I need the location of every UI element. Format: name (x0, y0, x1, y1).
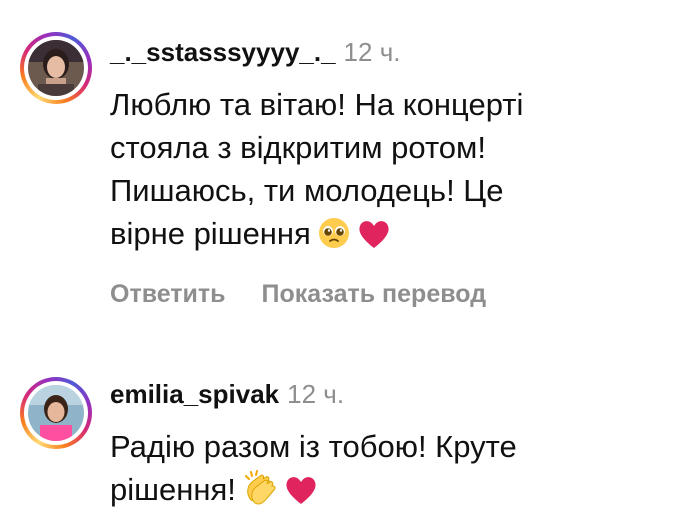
red-heart-emoji (357, 218, 391, 261)
comment-actions: Ответить Показать перевод (110, 280, 486, 309)
timestamp: 12 ч. (343, 37, 401, 67)
comment-text-line-with-emoji: вірне рішення (110, 212, 670, 261)
avatar[interactable] (28, 40, 84, 96)
comment-text-line: Пишаюсь, ти молодець! Це (110, 173, 504, 208)
comment-header: _._sstasssyyyy_._ 12 ч. (110, 36, 400, 68)
red-heart-emoji (284, 474, 318, 517)
show-translation-button[interactable]: Показать перевод (262, 280, 487, 308)
username[interactable]: _._sstasssyyyy_._ (110, 37, 336, 67)
timestamp: 12 ч. (287, 379, 345, 409)
comment-item: _._sstasssyyyy_._ 12 ч. Люблю та вітаю! Н… (0, 0, 700, 340)
avatar-story-ring[interactable] (20, 32, 92, 104)
comment-text-line: Люблю та вітаю! На концерті (110, 87, 524, 122)
comment-text-line: стояла з відкритим ротом! (110, 130, 486, 165)
avatar[interactable] (28, 385, 84, 441)
pleading-face-emoji (317, 216, 351, 261)
comment-item: emilia_spivak 12 ч. Радію разом із тобою!… (0, 340, 700, 525)
reply-button[interactable]: Ответить (110, 280, 226, 308)
comment-text-fragment: рішення! (110, 472, 236, 507)
clapping-hands-emoji (242, 470, 278, 517)
comment-text-line: Радію разом із тобою! Круте (110, 429, 517, 464)
comment-header: emilia_spivak 12 ч. (110, 378, 344, 410)
comment-text-fragment: вірне рішення (110, 216, 311, 251)
avatar-story-ring[interactable] (20, 377, 92, 449)
comment-text: Радію разом із тобою! Круте рішення! (110, 425, 670, 517)
comment-text: Люблю та вітаю! На концерті стояла з від… (110, 83, 670, 261)
comment-text-line-with-emoji: рішення! (110, 468, 670, 517)
username[interactable]: emilia_spivak (110, 379, 279, 409)
